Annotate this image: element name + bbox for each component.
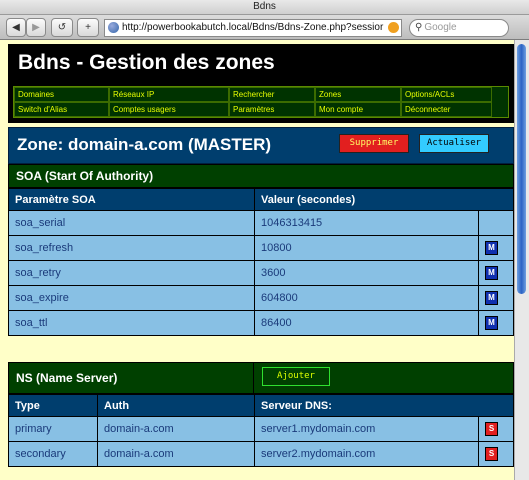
back-arrow-icon: ◀	[12, 22, 20, 33]
search-placeholder: Google	[424, 22, 457, 33]
browser-toolbar: ◀ ▶ ↺ + http://powerbookabutch.local/Bdn…	[0, 15, 529, 40]
ns-action-cell: S	[478, 441, 514, 467]
ns-type: secondary	[8, 441, 98, 467]
plus-icon: +	[85, 22, 91, 33]
soa-section-title: SOA (Start Of Authority)	[8, 164, 514, 188]
soa-param: soa_ttl	[8, 310, 255, 336]
soa-action-cell: M	[478, 310, 514, 336]
ns-section-title: NS (Name Server)	[16, 371, 118, 385]
table-row: soa_retry 3600 M	[8, 260, 514, 286]
soa-param: soa_expire	[8, 285, 255, 311]
table-row: soa_refresh 10800 M	[8, 235, 514, 261]
ns-table: Type Auth Serveur DNS: primary domain-a.…	[8, 394, 514, 467]
soa-action-cell: M	[478, 260, 514, 286]
ns-header-divider	[253, 363, 254, 393]
ns-col-auth: Auth	[97, 394, 255, 417]
search-input[interactable]: ⚲ Google	[409, 19, 509, 37]
ns-type: primary	[8, 416, 98, 442]
url-text: http://powerbookabutch.local/Bdns/Bdns-Z…	[122, 22, 384, 33]
soa-param: soa_refresh	[8, 235, 255, 261]
nav-switch-alias[interactable]: Switch d'Alias	[14, 102, 109, 117]
forward-arrow-icon: ▶	[32, 22, 40, 33]
soa-value: 1046313415	[254, 210, 479, 236]
table-row: primary domain-a.com server1.mydomain.co…	[8, 416, 514, 442]
add-bookmark-button[interactable]: +	[77, 18, 99, 37]
forward-button[interactable]: ▶	[26, 18, 46, 37]
main-navigation: Domaines Réseaux IP Rechercher Zones Opt…	[8, 82, 514, 123]
nav-domaines[interactable]: Domaines	[14, 87, 109, 102]
soa-action-cell: M	[478, 285, 514, 311]
section-spacer	[8, 336, 514, 362]
ns-col-type: Type	[8, 394, 98, 417]
address-bar[interactable]: http://powerbookabutch.local/Bdns/Bdns-Z…	[104, 19, 402, 37]
table-row: soa_ttl 86400 M	[8, 310, 514, 336]
ns-section-header: NS (Name Server) Ajouter	[8, 362, 514, 394]
table-row: soa_expire 604800 M	[8, 285, 514, 311]
modify-button[interactable]: M	[485, 316, 498, 330]
soa-col-value: Valeur (secondes)	[254, 188, 514, 211]
reload-icon: ↺	[57, 22, 67, 33]
scrollbar-thumb[interactable]	[517, 44, 526, 294]
soa-param: soa_retry	[8, 260, 255, 286]
nav-mon-compte[interactable]: Mon compte	[315, 102, 401, 117]
delete-ns-button[interactable]: S	[485, 422, 498, 436]
nav-options-acls[interactable]: Options/ACLs	[401, 87, 492, 102]
delete-ns-button[interactable]: S	[485, 447, 498, 461]
modify-button[interactable]: M	[485, 266, 498, 280]
soa-table: Paramètre SOA Valeur (secondes) soa_seri…	[8, 188, 514, 336]
soa-action-cell	[478, 210, 514, 236]
modify-button[interactable]: M	[485, 291, 498, 305]
modify-button[interactable]: M	[485, 241, 498, 255]
soa-param: soa_serial	[8, 210, 255, 236]
ns-server: server2.mydomain.com	[254, 441, 479, 467]
delete-zone-button[interactable]: Supprimer	[339, 134, 409, 153]
soa-value: 10800	[254, 235, 479, 261]
window-title: Bdns	[0, 0, 529, 15]
ns-server: server1.mydomain.com	[254, 416, 479, 442]
ns-action-cell: S	[478, 416, 514, 442]
soa-action-cell: M	[478, 235, 514, 261]
ns-auth: domain-a.com	[97, 441, 255, 467]
page-content: Bdns - Gestion des zones Domaines Réseau…	[8, 44, 514, 480]
table-row: secondary domain-a.com server2.mydomain.…	[8, 441, 514, 467]
nav-zones[interactable]: Zones	[315, 87, 401, 102]
ns-auth: domain-a.com	[97, 416, 255, 442]
soa-value: 3600	[254, 260, 479, 286]
search-icon: ⚲	[415, 22, 423, 33]
nav-comptes-usagers[interactable]: Comptes usagers	[109, 102, 229, 117]
table-row: soa_serial 1046313415	[8, 210, 514, 236]
ns-col-server: Serveur DNS:	[254, 394, 514, 417]
page-title: Bdns - Gestion des zones	[8, 44, 514, 82]
soa-value: 86400	[254, 310, 479, 336]
zone-header: Zone: domain-a.com (MASTER) Supprimer Ac…	[8, 127, 514, 164]
soa-col-param: Paramètre SOA	[8, 188, 255, 211]
soa-value: 604800	[254, 285, 479, 311]
back-button[interactable]: ◀	[6, 18, 26, 37]
globe-icon	[108, 22, 119, 33]
nav-deconnecter[interactable]: Déconnecter	[401, 102, 492, 117]
refresh-zone-button[interactable]: Actualiser	[419, 134, 489, 153]
rss-icon[interactable]	[388, 22, 399, 33]
reload-button[interactable]: ↺	[51, 18, 73, 37]
nav-reseaux-ip[interactable]: Réseaux IP	[109, 87, 229, 102]
nav-rechercher[interactable]: Rechercher	[229, 87, 315, 102]
zone-title: Zone: domain-a.com (MASTER)	[17, 135, 272, 154]
add-ns-button[interactable]: Ajouter	[262, 367, 330, 386]
vertical-scrollbar[interactable]	[514, 40, 529, 480]
nav-parametres[interactable]: Paramètres	[229, 102, 315, 117]
